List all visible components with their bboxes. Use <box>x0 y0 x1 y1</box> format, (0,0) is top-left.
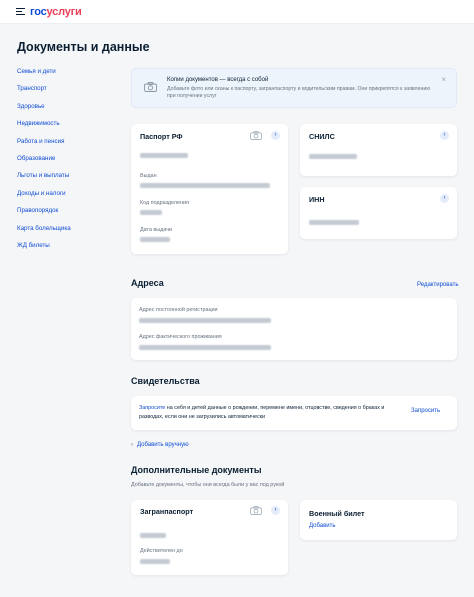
passport-card[interactable]: Паспорт РФ › Выдан Код подразделения Дат… <box>131 124 288 254</box>
chevron-right-icon[interactable]: › <box>440 194 449 203</box>
sidebar-item-health[interactable]: Здоровье <box>17 102 117 119</box>
request-button[interactable]: Запросить <box>411 408 440 414</box>
sidebar-item-fan-card[interactable]: Карта болельщика <box>17 224 117 241</box>
request-text: Запросите на себя и детей данные о рожде… <box>139 404 401 421</box>
passport-title: Паспорт РФ <box>140 132 183 141</box>
sidebar-item-realty[interactable]: Недвижимость <box>17 119 117 136</box>
add-manually-link[interactable]: Добавить вручную <box>137 442 189 448</box>
sidebar: Семья и дети Транспорт Здоровье Недвижим… <box>17 67 117 258</box>
inn-title: ИНН <box>309 195 325 204</box>
banner-text: Добавьте фото или сканы к паспорту, загр… <box>167 86 431 99</box>
snils-number-hidden <box>309 154 357 159</box>
gosuslugi-logo[interactable]: госуслуги <box>30 6 82 18</box>
sidebar-item-family[interactable]: Семья и дети <box>17 67 117 84</box>
zagranpassport-title: Загранпаспорт <box>140 507 194 516</box>
issue-date-hidden <box>140 237 170 242</box>
division-code-hidden <box>140 210 162 215</box>
banner-title: Копии документов — всегда с собой <box>167 77 269 83</box>
additional-docs-subtitle: Добавьте документы, чтобы они всегда был… <box>131 482 285 488</box>
sidebar-item-taxes[interactable]: Доходы и налоги <box>17 189 117 206</box>
passport-number-hidden <box>140 153 188 158</box>
inn-number-hidden <box>309 220 359 225</box>
certificates-title: Свидетельства <box>131 376 200 386</box>
camera-icon[interactable] <box>250 131 262 140</box>
close-icon[interactable]: × <box>441 75 446 84</box>
division-code-label: Код подразделения <box>140 200 189 206</box>
add-manually-row[interactable]: › Добавить вручную <box>131 442 189 448</box>
sidebar-item-work[interactable]: Работа и пенсия <box>17 137 117 154</box>
menu-icon[interactable] <box>16 8 25 16</box>
chevron-right-icon[interactable]: › <box>440 131 449 140</box>
military-id-title: Военный билет <box>309 509 365 518</box>
certificates-request-card: Запросите на себя и детей данные о рожде… <box>131 396 457 430</box>
inn-card[interactable]: ИНН › <box>300 187 457 239</box>
issued-by-hidden <box>140 183 270 188</box>
request-description: на себя и детей данные о рождении, перем… <box>139 405 385 420</box>
sidebar-item-benefits[interactable]: Льготы и выплаты <box>17 171 117 188</box>
sidebar-item-transport[interactable]: Транспорт <box>17 84 117 101</box>
addresses-title: Адреса <box>131 278 164 288</box>
snils-card[interactable]: СНИЛС › <box>300 124 457 176</box>
permanent-address-label: Адрес постоянной регистрации <box>139 307 218 313</box>
add-military-id-link[interactable]: Добавить <box>309 523 336 529</box>
valid-until-hidden <box>140 559 170 564</box>
actual-address-hidden <box>139 345 271 350</box>
addresses-card: Адрес постоянной регистрации Адрес факти… <box>131 298 457 360</box>
chevron-right-icon[interactable]: › <box>271 131 280 140</box>
edit-addresses-link[interactable]: Редактировать <box>417 282 458 288</box>
issue-date-label: Дата выдачи <box>140 227 173 233</box>
snils-title: СНИЛС <box>309 132 335 141</box>
page-title: Документы и данные <box>17 40 150 54</box>
copies-banner: Копии документов — всегда с собой Добавь… <box>131 68 457 108</box>
sidebar-item-law[interactable]: Правопорядок <box>17 206 117 223</box>
request-link[interactable]: Запросите <box>139 405 165 411</box>
top-bar: госуслуги <box>0 0 474 24</box>
sidebar-item-education[interactable]: Образование <box>17 154 117 171</box>
chevron-right-icon[interactable]: › <box>271 506 280 515</box>
chevron-icon: › <box>131 442 133 448</box>
military-id-card[interactable]: Военный билет Добавить <box>300 500 457 540</box>
permanent-address-hidden <box>139 318 271 323</box>
camera-icon <box>144 82 157 92</box>
zagranpassport-card[interactable]: Загранпаспорт › Действителен до <box>131 500 288 575</box>
issued-by-label: Выдан <box>140 173 157 179</box>
valid-until-label: Действителен до <box>140 548 183 554</box>
camera-icon[interactable] <box>250 506 262 515</box>
actual-address-label: Адрес фактического проживания <box>139 334 222 340</box>
zagranpassport-number-hidden <box>140 533 166 538</box>
sidebar-item-train-tickets[interactable]: ЖД билеты <box>17 241 117 258</box>
additional-docs-title: Дополнительные документы <box>131 465 262 475</box>
